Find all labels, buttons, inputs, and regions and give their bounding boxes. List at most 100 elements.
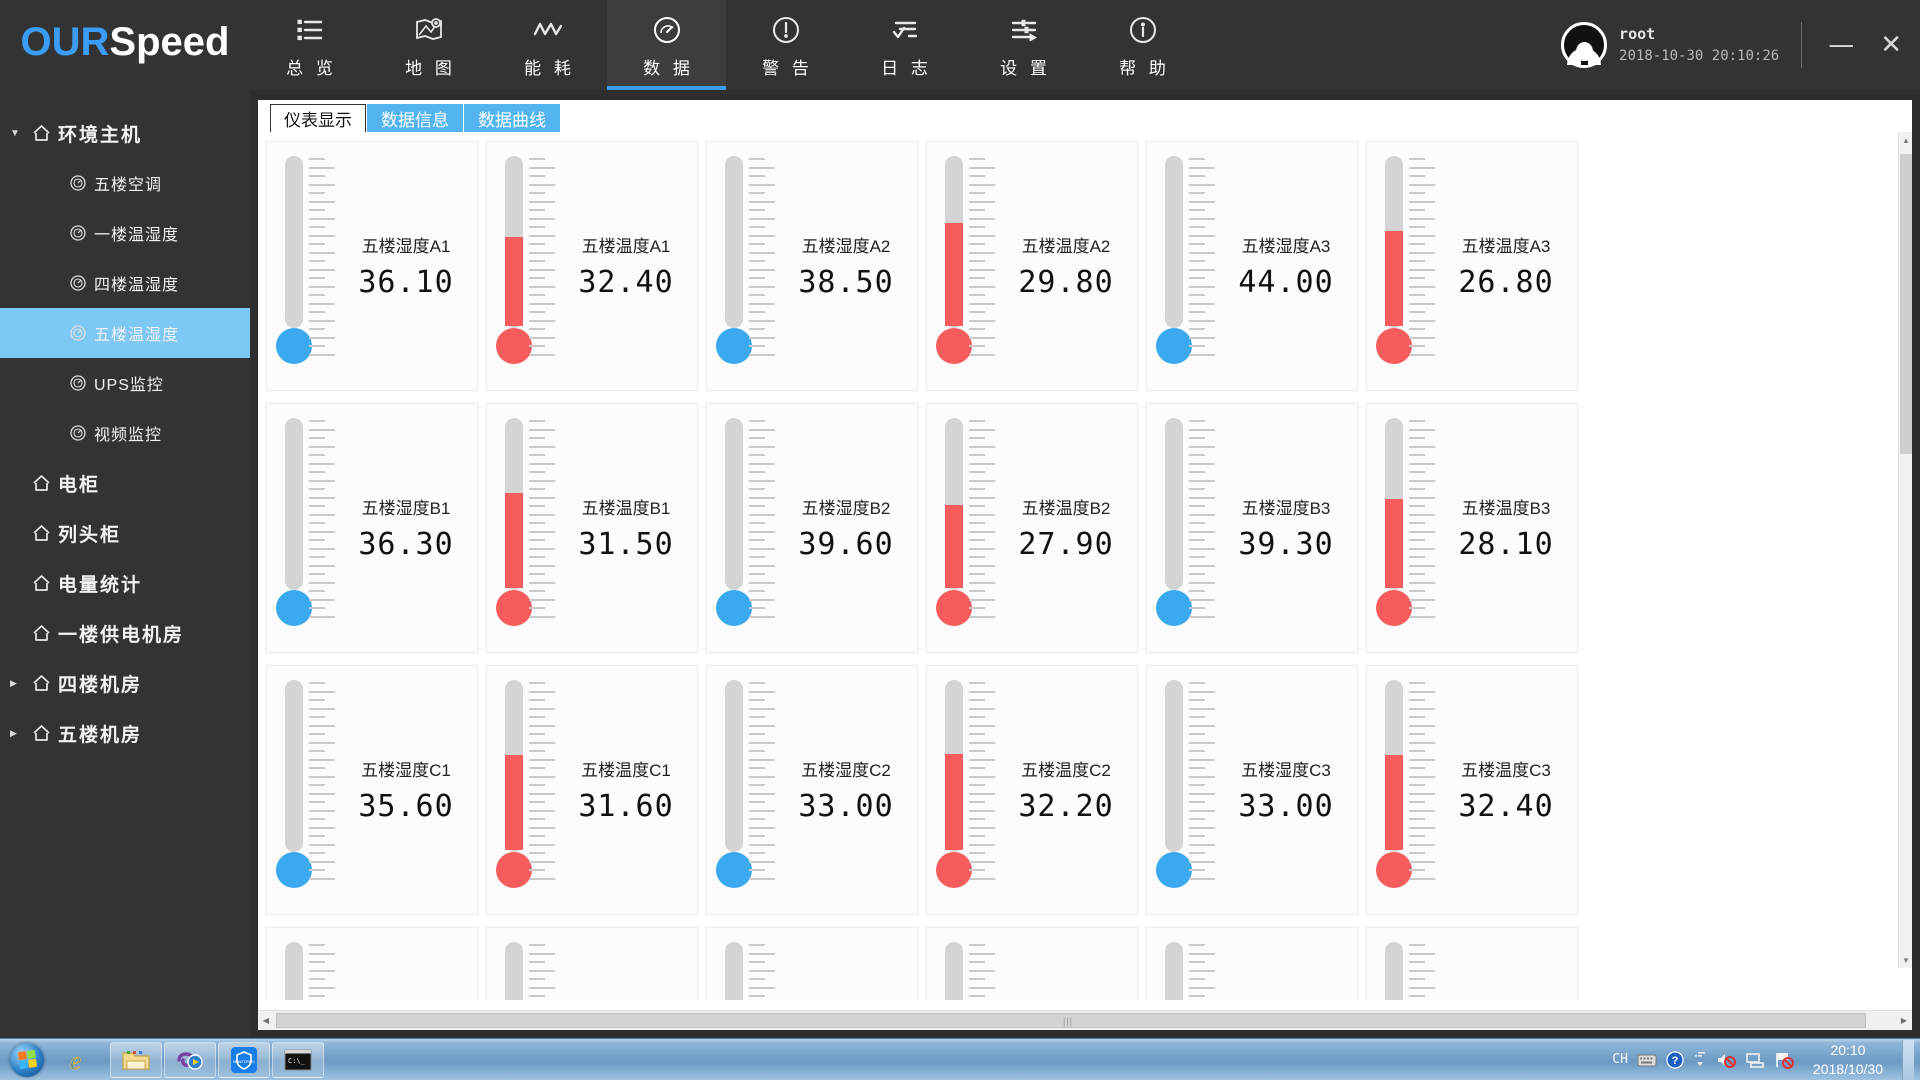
- close-button[interactable]: ✕: [1880, 32, 1902, 58]
- gauge-card[interactable]: 五楼温度D3: [1366, 927, 1578, 1000]
- scale-tick: [1409, 251, 1435, 254]
- scale-tick: [1409, 420, 1425, 422]
- scale-tick: [969, 852, 985, 854]
- nav-item-alarm[interactable]: 警 告: [726, 0, 845, 90]
- file-explorer-button[interactable]: [110, 1041, 162, 1078]
- sidebar-item[interactable]: 五楼温湿度: [0, 308, 250, 358]
- gauge-card[interactable]: 五楼温度C1 31.60: [486, 665, 698, 915]
- internet-explorer-button[interactable]: e: [56, 1042, 108, 1078]
- media-player-button[interactable]: [164, 1041, 216, 1078]
- gauge-cell: 五楼温度A3 26.80: [1362, 137, 1582, 399]
- scale-tick: [969, 682, 985, 684]
- scale-tick: [1189, 682, 1205, 684]
- start-button[interactable]: [0, 1040, 54, 1080]
- gauge-card[interactable]: 五楼湿度A3 44.00: [1146, 141, 1358, 391]
- chevron-down-icon[interactable]: [10, 128, 28, 139]
- gauge-card[interactable]: 五楼湿度D3: [1146, 927, 1358, 1000]
- monitoring-app-button[interactable]: MONITORING: [218, 1041, 270, 1078]
- gauge-card[interactable]: 五楼温度D2: [926, 927, 1138, 1000]
- gauge-card[interactable]: 五楼温度B2 27.90: [926, 403, 1138, 653]
- scale-tick: [969, 547, 995, 550]
- minimize-button[interactable]: —: [1828, 32, 1854, 58]
- gauge-card[interactable]: 五楼温度C2 32.20: [926, 665, 1138, 915]
- tab-1[interactable]: 仪表显示: [270, 104, 366, 132]
- application-window: OUR Speed 总 览 地 图 能 耗 数 据 警 告 日 志 设 置 帮 …: [0, 0, 1920, 1080]
- gauge-value: 38.50: [798, 265, 894, 300]
- avatar[interactable]: [1561, 22, 1608, 68]
- scale-tick: [749, 488, 765, 490]
- gauge-card[interactable]: 五楼温度A1 32.40: [486, 141, 698, 391]
- gauge-card[interactable]: 五楼温度D1: [486, 927, 698, 1000]
- gauge-card[interactable]: 五楼湿度C2 33.00: [706, 665, 918, 915]
- nav-item-settings[interactable]: 设 置: [964, 0, 1083, 90]
- command-prompt-button[interactable]: C:\_: [272, 1041, 324, 1078]
- gauge-card[interactable]: 五楼湿度A2 38.50: [706, 141, 918, 391]
- sidebar-item[interactable]: 列头柜: [0, 508, 250, 558]
- thermometer-tube: [285, 680, 303, 852]
- nav-item-overview[interactable]: 总 览: [250, 0, 369, 90]
- scale-tick: [529, 792, 555, 795]
- sidebar-item[interactable]: 四楼机房: [0, 658, 250, 708]
- thermometer-tube: [725, 156, 743, 328]
- sidebar-item[interactable]: 五楼空调: [0, 158, 250, 208]
- gauge-card[interactable]: 五楼湿度C1 35.60: [266, 665, 478, 915]
- scale-tick: [309, 573, 325, 575]
- scale-tick: [1189, 319, 1215, 322]
- scroll-left-icon[interactable]: ◀: [258, 1013, 274, 1028]
- nav-item-data[interactable]: 数 据: [607, 0, 726, 90]
- taskbar-clock[interactable]: 20:10 2018/10/30: [1803, 1041, 1893, 1079]
- thermometer-scale: [1189, 158, 1217, 358]
- sidebar: 环境主机五楼空调一楼温湿度四楼温湿度五楼温湿度 UPS监控视频监控电柜列头柜电量统…: [0, 90, 250, 1038]
- nav-item-energy[interactable]: 能 耗: [488, 0, 607, 90]
- scale-tick: [529, 699, 545, 701]
- show-desktop-button[interactable]: [1902, 1039, 1914, 1080]
- sidebar-item[interactable]: 环境主机: [0, 108, 250, 158]
- sidebar-item[interactable]: 一楼供电机房: [0, 608, 250, 658]
- thermometer: [267, 142, 341, 390]
- scroll-right-icon[interactable]: ▶: [1896, 1013, 1912, 1028]
- sidebar-item[interactable]: 电柜: [0, 458, 250, 508]
- scale-tick: [309, 775, 335, 778]
- chevron-right-icon[interactable]: [10, 678, 28, 689]
- gauge-card[interactable]: 五楼湿度C3 33.00: [1146, 665, 1358, 915]
- vertical-scrollbar[interactable]: ▲ ▼: [1898, 132, 1912, 968]
- nav-item-map[interactable]: 地 图: [369, 0, 488, 90]
- vertical-scroll-thumb[interactable]: [1900, 154, 1912, 454]
- nav-item-help[interactable]: 帮 助: [1083, 0, 1202, 90]
- input-method-indicator[interactable]: CH: [1612, 1052, 1628, 1067]
- scale-tick: [1409, 158, 1425, 160]
- gauge-card[interactable]: 五楼温度B1 31.50: [486, 403, 698, 653]
- gauge-card[interactable]: 五楼湿度D2: [706, 927, 918, 1000]
- gauge-scroll-area[interactable]: 五楼湿度A1 36.10 五楼温度A1 32.40 五楼湿度A2 38.50 五楼温度A2 2…: [262, 132, 1908, 1000]
- gauge-label: 五楼温度C1: [581, 761, 671, 780]
- logo-secondary-text: Speed: [109, 19, 230, 64]
- scroll-down-icon[interactable]: ▼: [1899, 952, 1913, 968]
- gauge-card[interactable]: 五楼湿度B3 39.30: [1146, 403, 1358, 653]
- gauge-card[interactable]: 五楼湿度D1: [266, 927, 478, 1000]
- horizontal-scrollbar[interactable]: ◀ ||| ▶: [258, 1010, 1912, 1030]
- gauge-card[interactable]: 五楼温度B3 28.10: [1366, 403, 1578, 653]
- gauge-card[interactable]: 五楼湿度A1 36.10: [266, 141, 478, 391]
- sidebar-item-label: 五楼空调: [94, 177, 163, 194]
- sidebar-item[interactable]: 电量统计: [0, 558, 250, 608]
- sidebar-item[interactable]: 四楼温湿度: [0, 258, 250, 308]
- gauge-card[interactable]: 五楼温度A2 29.80: [926, 141, 1138, 391]
- dial-icon: [66, 325, 90, 341]
- gauge-card[interactable]: 五楼温度A3 26.80: [1366, 141, 1578, 391]
- tab-2[interactable]: 数据信息: [367, 104, 463, 132]
- gauge-card[interactable]: 五楼温度C3 32.40: [1366, 665, 1578, 915]
- scroll-up-icon[interactable]: ▲: [1899, 132, 1913, 148]
- scale-tick: [749, 573, 765, 575]
- sidebar-item[interactable]: 一楼温湿度: [0, 208, 250, 258]
- gauge-card[interactable]: 五楼湿度B2 39.60: [706, 403, 918, 653]
- sidebar-item[interactable]: 五楼机房: [0, 708, 250, 758]
- sidebar-item[interactable]: UPS监控: [0, 358, 250, 408]
- scale-tick: [309, 877, 335, 880]
- nav-item-log[interactable]: 日 志: [845, 0, 964, 90]
- scale-tick: [309, 294, 325, 296]
- chevron-right-icon[interactable]: [10, 728, 28, 739]
- sidebar-item[interactable]: 视频监控: [0, 408, 250, 458]
- tab-3[interactable]: 数据曲线: [464, 104, 560, 132]
- gauge-readout: 五楼温度B1 31.50: [561, 404, 697, 652]
- gauge-card[interactable]: 五楼湿度B1 36.30: [266, 403, 478, 653]
